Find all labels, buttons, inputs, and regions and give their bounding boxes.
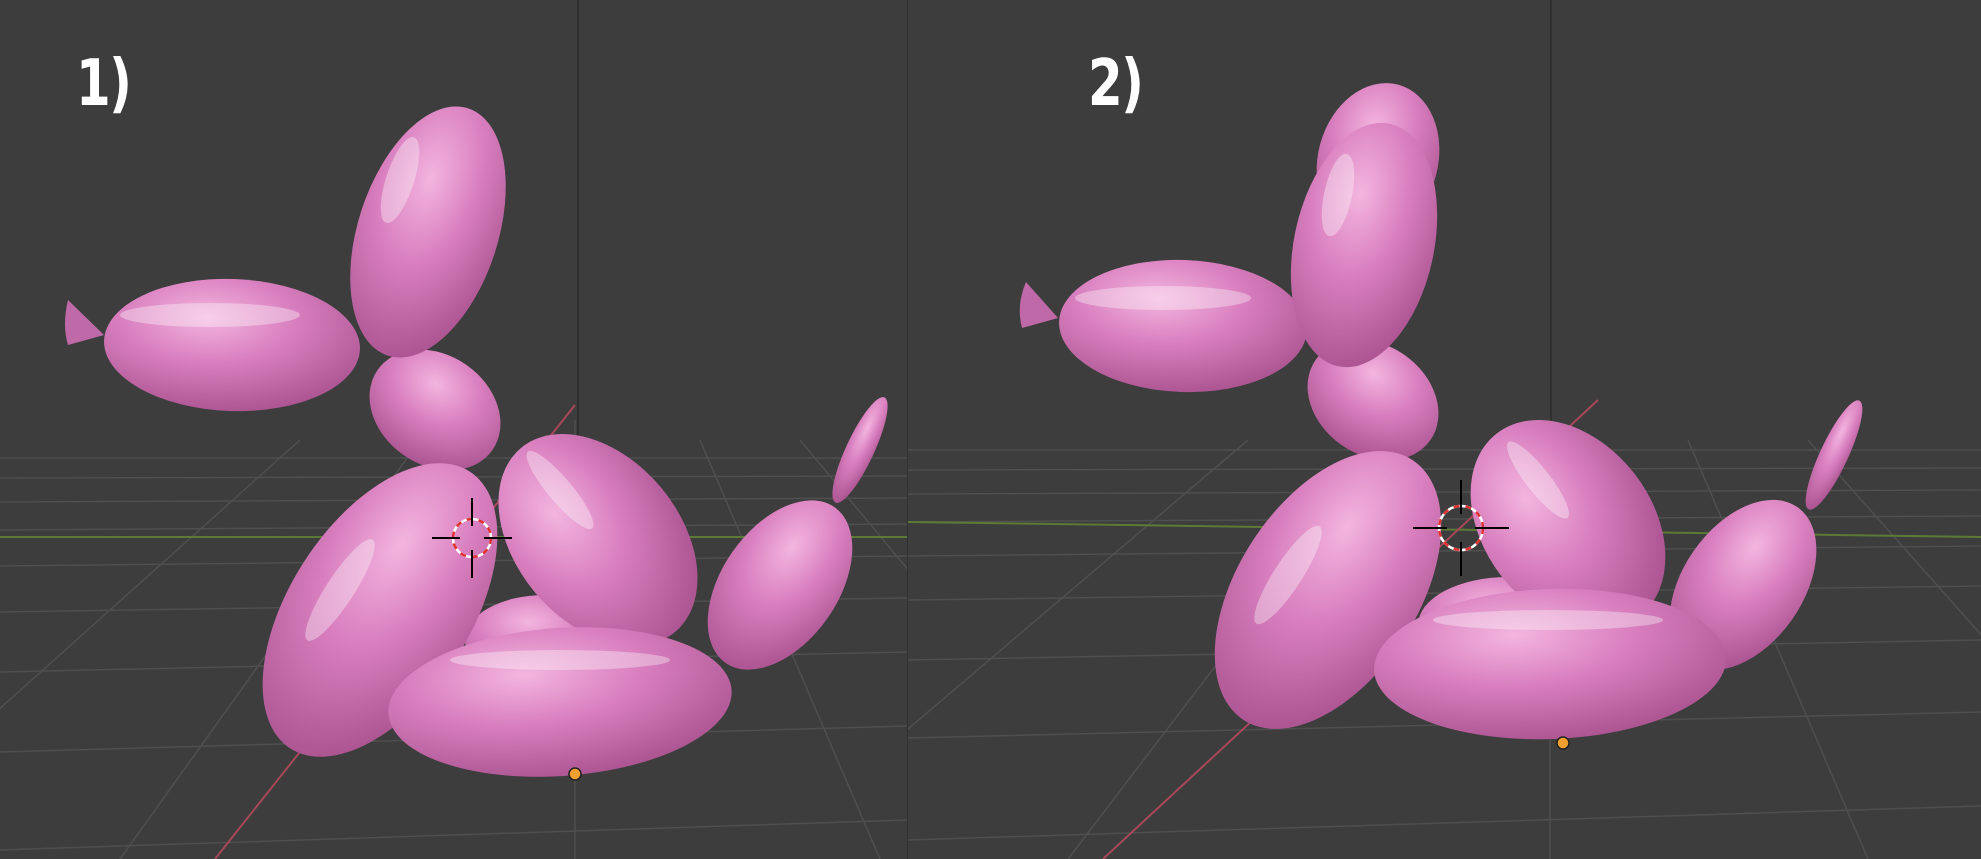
balloon-nozzle: [65, 300, 104, 345]
balloon-tail[interactable]: [1796, 395, 1872, 516]
panel-label-1: 1): [76, 47, 132, 121]
balloon-dog-model[interactable]: [65, 87, 897, 798]
viewport-panel-1[interactable]: [0, 0, 907, 859]
balloon-tail[interactable]: [823, 392, 897, 509]
balloon-dog-model[interactable]: [1019, 69, 1872, 769]
origin-point-icon[interactable]: [1556, 736, 1570, 750]
y-axis-line: [908, 521, 1981, 538]
viewport-panel-2[interactable]: [908, 0, 1981, 859]
origin-point-icon[interactable]: [568, 767, 582, 781]
balloon-snout[interactable]: [102, 275, 362, 416]
panel-label-2: 2): [1088, 47, 1144, 121]
balloon-nozzle: [1019, 282, 1058, 328]
balloon-snout[interactable]: [1057, 256, 1309, 397]
